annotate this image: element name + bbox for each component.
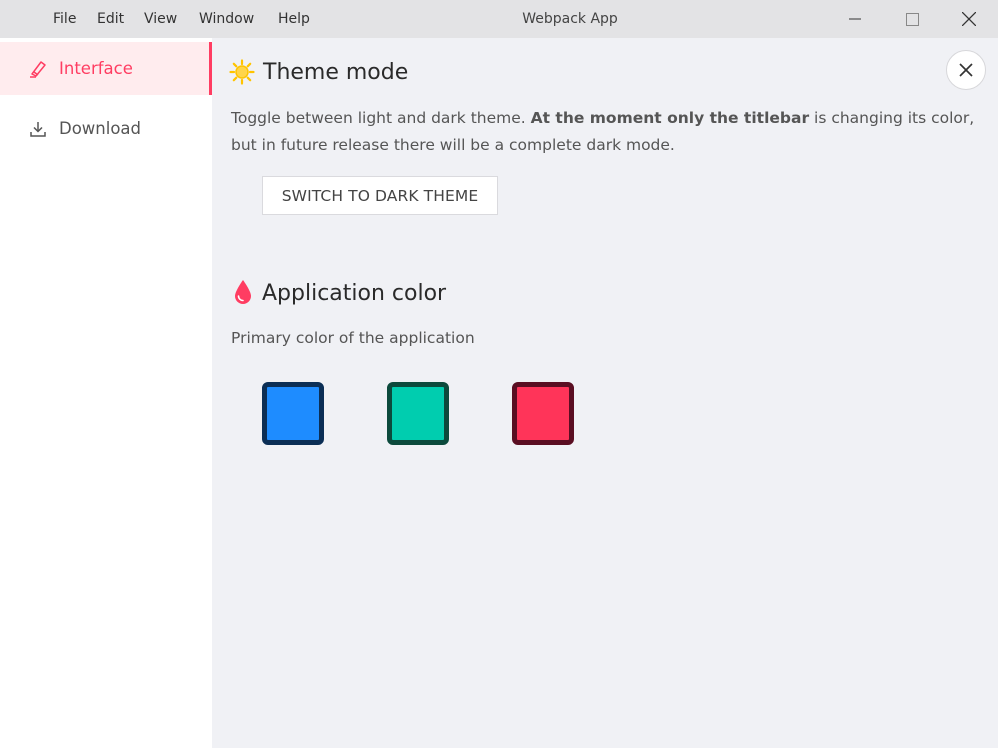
swatch-red[interactable] xyxy=(512,382,574,445)
sidebar-item-label: Download xyxy=(59,119,142,138)
sidebar: Interface Download xyxy=(0,38,212,748)
swatch-blue[interactable] xyxy=(262,382,324,445)
theme-mode-title: Theme mode xyxy=(263,60,409,85)
sidebar-item-download[interactable]: Download xyxy=(0,102,212,155)
maximize-icon xyxy=(905,12,919,26)
close-icon xyxy=(962,12,976,26)
application-color-title: Application color xyxy=(262,281,447,306)
application-color-description: Primary color of the application xyxy=(231,329,475,347)
theme-description-bold: At the moment only the titlebar xyxy=(530,109,810,127)
switch-dark-theme-button[interactable]: SWITCH TO DARK THEME xyxy=(262,176,498,215)
theme-description-text: Toggle between light and dark theme. xyxy=(231,109,531,127)
maximize-button[interactable] xyxy=(884,0,940,38)
main-content: Theme mode Toggle between light and dark… xyxy=(212,38,998,748)
download-icon xyxy=(29,120,47,138)
sun-icon xyxy=(229,59,255,85)
theme-description: Toggle between light and dark theme. At … xyxy=(231,105,986,159)
close-icon xyxy=(959,63,973,77)
close-window-button[interactable] xyxy=(941,0,997,38)
minimize-icon xyxy=(849,18,861,20)
brush-icon xyxy=(29,60,47,78)
drop-icon xyxy=(235,280,251,304)
sidebar-item-label: Interface xyxy=(59,59,133,78)
swatch-green[interactable] xyxy=(387,382,449,445)
titlebar: File Edit View Window Help Webpack App xyxy=(0,0,998,38)
close-settings-button[interactable] xyxy=(946,50,986,90)
sidebar-item-interface[interactable]: Interface xyxy=(0,42,212,95)
minimize-button[interactable] xyxy=(827,0,883,38)
